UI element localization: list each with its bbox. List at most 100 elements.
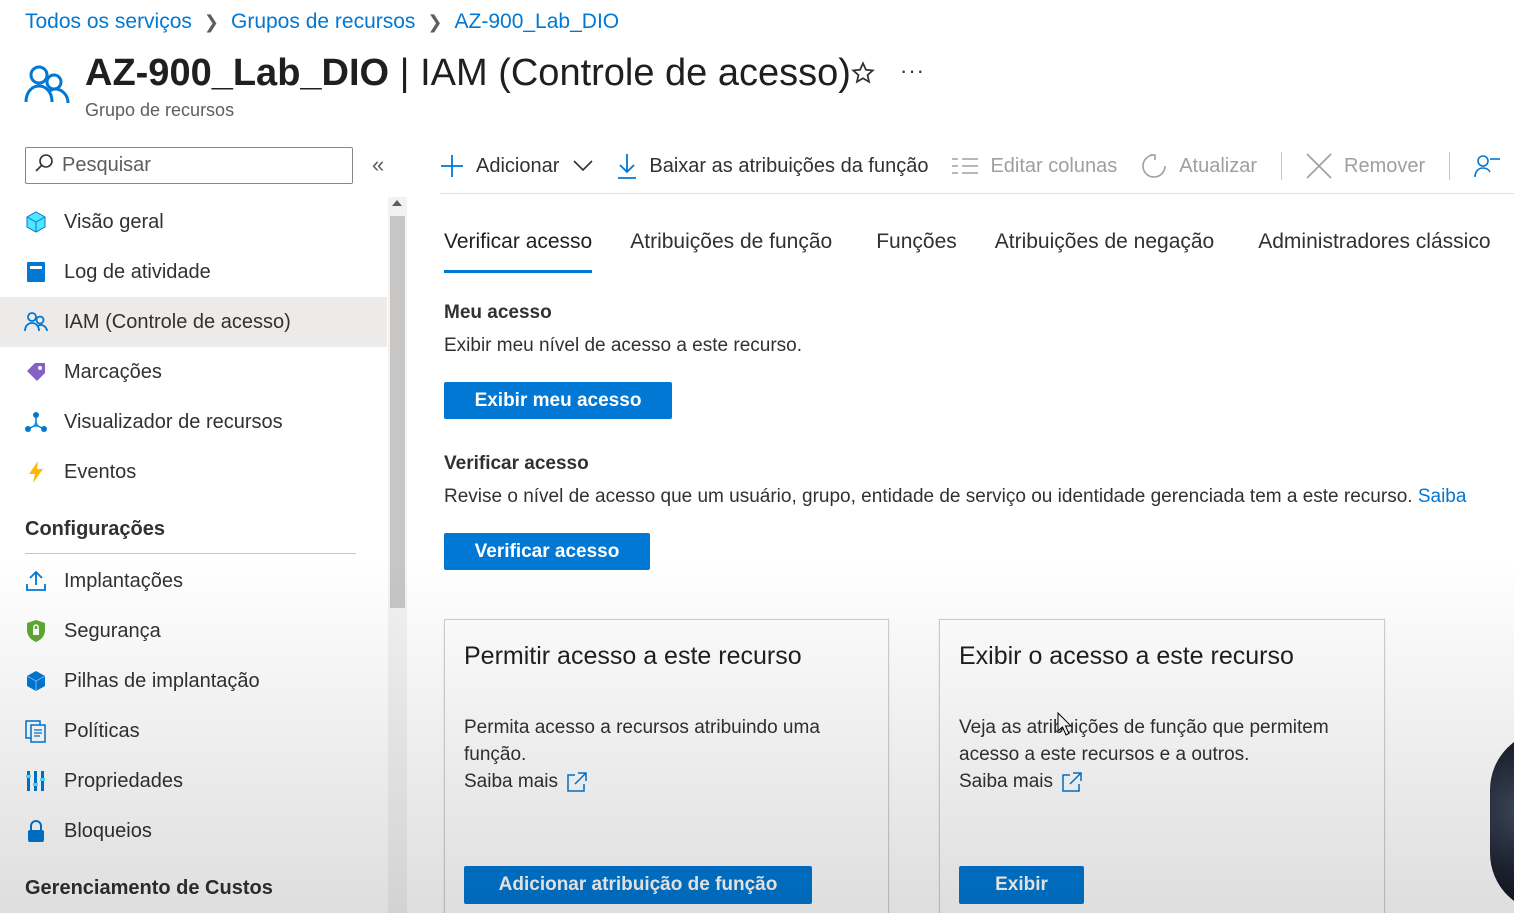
search-icon	[34, 153, 54, 178]
download-button-label: Baixar as atribuições da função	[649, 154, 929, 177]
collapse-sidebar-icon[interactable]: «	[372, 152, 396, 178]
my-access-description: Exibir meu nível de acesso a este recurs…	[444, 335, 803, 356]
remove-label: Remover	[1344, 154, 1426, 177]
chevron-right-icon: ❯	[203, 11, 219, 32]
tab-bar: Verificar acesso Atribuições de função F…	[444, 230, 1514, 273]
sidebar-item-iam[interactable]: IAM (Controle de acesso)	[0, 297, 387, 347]
divider	[25, 553, 356, 554]
command-bar: Adicionar Baixar as atribuições da funçã…	[440, 146, 1514, 186]
refresh-button[interactable]: Atualizar	[1141, 153, 1257, 179]
my-access-heading: Meu acesso	[444, 302, 552, 323]
add-role-assignment-button[interactable]: Adicionar atribuição de função	[464, 866, 812, 904]
check-access-description: Revise o nível de acesso que um usuário,…	[444, 486, 1413, 507]
scroll-up-arrow-icon[interactable]	[392, 200, 402, 206]
learn-more-link[interactable]: Saiba	[1418, 486, 1467, 507]
remove-button[interactable]: Remover	[1306, 153, 1425, 179]
breadcrumb-all-services[interactable]: Todos os serviços	[25, 10, 192, 34]
edit-columns-button[interactable]: Editar colunas	[952, 155, 1117, 178]
properties-icon	[24, 769, 48, 793]
sidebar-item-policies[interactable]: Políticas	[0, 706, 387, 756]
view-access-card: Exibir o acesso a este recurso Veja as a…	[939, 619, 1385, 913]
people-icon	[24, 310, 48, 334]
sidebar-item-label: Log de atividade	[64, 260, 211, 283]
person-feedback-icon	[1474, 153, 1501, 179]
sidebar-item-deployment-stacks[interactable]: Pilhas de implantação	[0, 656, 387, 706]
lightning-icon	[24, 460, 48, 484]
sidebar-item-label: IAM (Controle de acesso)	[64, 310, 291, 333]
sidebar-item-label: Eventos	[64, 460, 137, 483]
section-configurations: Configurações	[25, 518, 166, 540]
sidebar-item-label: Pilhas de implantação	[64, 669, 260, 692]
toolbar-divider-line	[440, 193, 1514, 194]
add-button[interactable]: Adicionar	[440, 154, 593, 178]
sidebar-item-label: Visualizador de recursos	[64, 410, 283, 433]
card-title: Exibir o acesso a este recurso	[959, 642, 1294, 670]
tag-icon	[24, 360, 48, 384]
external-link-icon	[1061, 771, 1083, 793]
tab-check-access[interactable]: Verificar acesso	[444, 230, 593, 273]
check-access-button[interactable]: Verificar acesso	[444, 533, 650, 570]
chevron-right-icon: ❯	[427, 11, 443, 32]
plus-icon	[440, 154, 464, 178]
sidebar-item-events[interactable]: Eventos	[0, 447, 387, 497]
sidebar-item-label: Bloqueios	[64, 819, 152, 842]
tab-roles[interactable]: Funções	[876, 230, 957, 273]
sidebar-item-security[interactable]: Segurança	[0, 606, 387, 656]
sidebar-item-label: Políticas	[64, 719, 140, 742]
columns-icon	[952, 157, 979, 175]
sidebar-scrollbar-thumb[interactable]	[390, 216, 405, 608]
tab-classic-administrators[interactable]: Administradores clássico	[1258, 230, 1490, 273]
sidebar-item-tags[interactable]: Marcações	[0, 347, 387, 397]
learn-more-link[interactable]: Saiba mais	[464, 768, 588, 795]
refresh-icon	[1141, 153, 1167, 179]
more-options-icon[interactable]: ···	[900, 58, 925, 84]
sidebar-item-label: Segurança	[64, 619, 161, 642]
page-subtitle: Grupo de recursos	[85, 100, 235, 120]
chevron-down-icon	[573, 160, 593, 172]
check-access-heading: Verificar acesso	[444, 453, 589, 474]
sidebar-item-properties[interactable]: Propriedades	[0, 756, 387, 806]
stack-icon	[24, 669, 48, 693]
search-box[interactable]	[25, 147, 353, 184]
view-button[interactable]: Exibir	[959, 866, 1084, 904]
external-link-icon	[566, 771, 588, 793]
download-icon	[617, 153, 637, 179]
feedback-button[interactable]	[1474, 153, 1512, 179]
breadcrumb-resource-groups[interactable]: Grupos de recursos	[231, 10, 415, 34]
learn-more-label: Saiba mais	[464, 771, 558, 792]
learn-more-link[interactable]: Saiba mais	[959, 768, 1083, 795]
download-role-assignments-button[interactable]: Baixar as atribuições da função	[617, 153, 928, 179]
upload-icon	[24, 569, 48, 593]
sidebar-item-deployments[interactable]: Implantações	[0, 556, 387, 606]
card-title: Permitir acesso a este recurso	[464, 642, 802, 670]
view-my-access-button[interactable]: Exibir meu acesso	[444, 382, 672, 419]
page-title: AZ-900_Lab_DIO | IAM (Controle de acesso…	[85, 52, 851, 94]
learn-more-label: Saiba mais	[959, 771, 1053, 792]
breadcrumb-resource[interactable]: AZ-900_Lab_DIO	[455, 10, 620, 34]
people-icon	[24, 62, 70, 108]
close-icon	[1306, 153, 1332, 179]
add-button-label: Adicionar	[476, 154, 560, 177]
check-access-description-row: Revise o nível de acesso que um usuário,…	[444, 486, 1466, 508]
search-input[interactable]	[62, 154, 332, 177]
sidebar-item-label: Visão geral	[64, 210, 164, 233]
sidebar-nav: Visão geral Log de atividade IAM (Contro…	[0, 197, 387, 900]
edit-columns-label: Editar colunas	[990, 154, 1118, 177]
sidebar-item-label: Implantações	[64, 569, 183, 592]
tab-role-assignments[interactable]: Atribuições de função	[630, 230, 832, 273]
tab-deny-assignments[interactable]: Atribuições de negação	[995, 230, 1215, 273]
breadcrumb: Todos os serviços ❯ Grupos de recursos ❯…	[25, 8, 619, 36]
sidebar-item-label: Marcações	[64, 360, 162, 383]
cube-icon	[24, 210, 48, 234]
book-icon	[24, 260, 48, 284]
sidebar-item-overview[interactable]: Visão geral	[0, 197, 387, 247]
section-cost-management: Gerenciamento de Custos	[25, 877, 273, 899]
webcam-overlay	[1490, 730, 1514, 913]
star-icon[interactable]	[850, 60, 876, 86]
sidebar-item-activity-log[interactable]: Log de atividade	[0, 247, 387, 297]
hierarchy-icon	[24, 410, 48, 434]
sidebar-item-locks[interactable]: Bloqueios	[0, 806, 387, 856]
toolbar-divider	[1281, 152, 1283, 180]
sidebar-item-resource-visualizer[interactable]: Visualizador de recursos	[0, 397, 387, 447]
shield-icon	[24, 619, 48, 643]
